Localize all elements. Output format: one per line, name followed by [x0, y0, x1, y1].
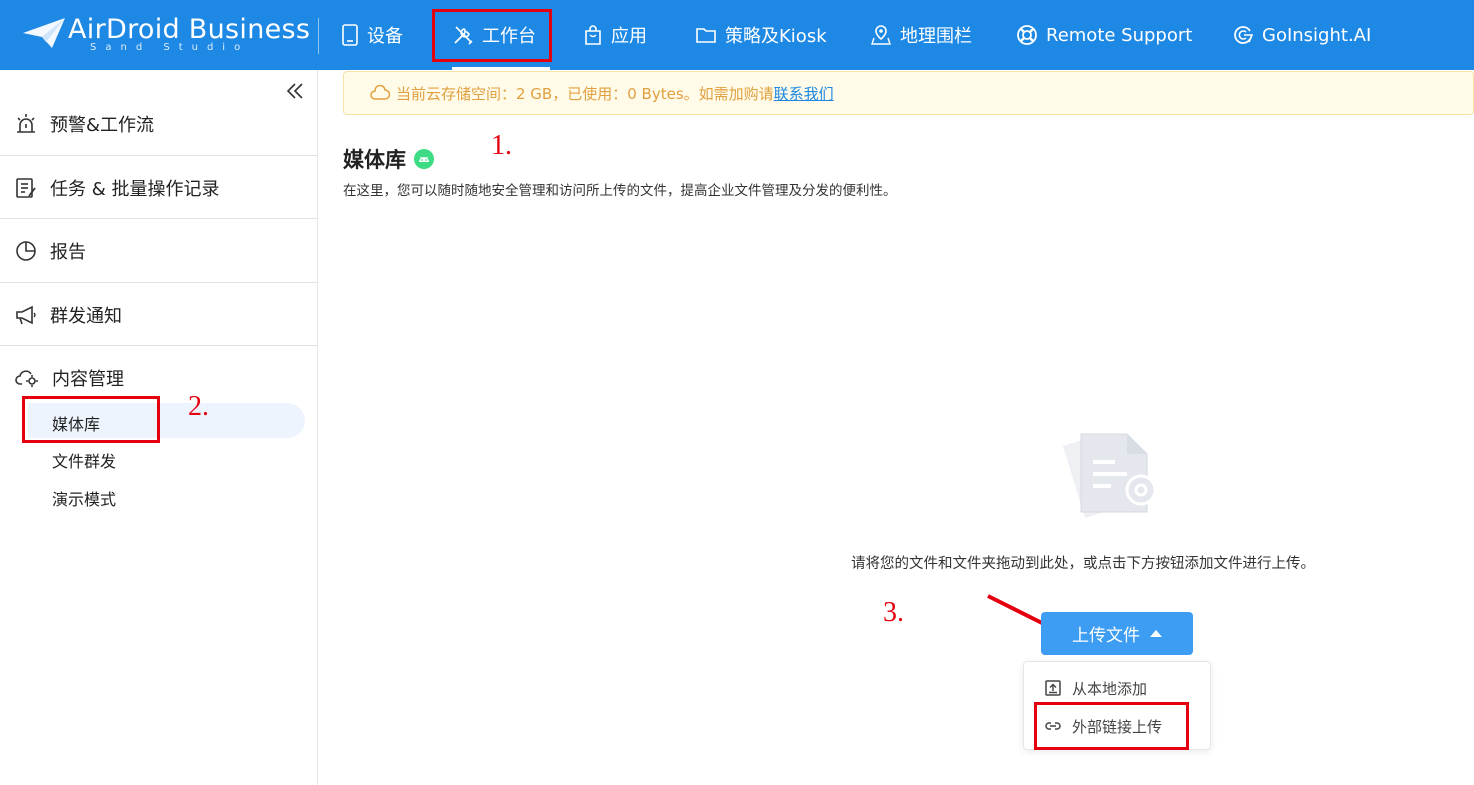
- pie-chart-icon: [16, 240, 36, 261]
- caret-up-icon: [1150, 630, 1162, 637]
- airdroid-logo[interactable]: AirDroid Business Sand Studio: [22, 14, 310, 58]
- menu-item-label: 从本地添加: [1072, 679, 1148, 698]
- nav-tab-geofence[interactable]: 地理围栏: [870, 0, 972, 70]
- annotation-box-media-library: [22, 396, 160, 443]
- nav-tab-policy-kiosk[interactable]: 策略及Kiosk: [695, 0, 827, 70]
- paper-plane-logo-icon: [23, 18, 65, 48]
- annotation-step-2: 2.: [188, 391, 209, 422]
- nav-label: 策略及Kiosk: [725, 26, 827, 47]
- lifebuoy-icon: [1017, 25, 1037, 45]
- nav-label: 应用: [611, 26, 647, 47]
- sidebar-item-label: 任务 & 批量操作记录: [50, 178, 220, 200]
- annotation-box-workbench: [432, 9, 552, 62]
- sidebar-item-reports[interactable]: 报告: [0, 219, 318, 282]
- nav-label: Remote Support: [1046, 24, 1193, 46]
- android-badge-icon: [414, 149, 434, 169]
- cloud-icon: [370, 85, 390, 100]
- sidebar-subitem-file-distribution[interactable]: 文件群发: [52, 448, 116, 472]
- task-list-icon: [16, 177, 36, 198]
- upload-box-icon: [1045, 680, 1061, 696]
- nav-tab-devices[interactable]: 设备: [341, 0, 403, 70]
- storage-banner: 当前云存储空间：2 GB，已使用：0 Bytes。如需加购请 联系我们: [343, 71, 1474, 115]
- alarm-icon: [17, 113, 35, 133]
- contact-us-link[interactable]: 联系我们: [774, 83, 834, 104]
- annotation-step-3: 3.: [883, 597, 904, 628]
- map-pin-icon: [871, 25, 891, 45]
- folder-icon: [696, 28, 716, 43]
- page-title: 媒体库: [343, 148, 406, 172]
- nav-label: GoInsight.AI: [1262, 24, 1372, 46]
- empty-state-text: 请将您的文件和文件夹拖动到此处，或点击下方按钮添加文件进行上传。: [851, 556, 1315, 572]
- sidebar-item-broadcast[interactable]: 群发通知: [0, 283, 318, 346]
- storage-banner-text: 当前云存储空间：2 GB，已使用：0 Bytes。如需加购请: [396, 84, 774, 103]
- page-description: 在这里，您可以随时随地安全管理和访问所上传的文件，提高企业文件管理及分发的便利性…: [343, 183, 897, 199]
- logo-subtext: Sand Studio: [90, 42, 250, 53]
- goinsight-icon: [1234, 26, 1254, 44]
- sidebar-item-label: 报告: [50, 241, 86, 263]
- sidebar-item-tasks[interactable]: 任务 & 批量操作记录: [0, 156, 318, 219]
- sidebar-item-label: 内容管理: [52, 368, 124, 390]
- nav-tab-apps[interactable]: 应用: [583, 0, 647, 70]
- nav-divider: [318, 18, 319, 54]
- menu-item-add-local[interactable]: 从本地添加: [1024, 671, 1212, 705]
- sidebar-item-label: 群发通知: [50, 305, 122, 327]
- nav-label: 地理围栏: [900, 26, 972, 47]
- upload-button-label: 上传文件: [1072, 626, 1140, 646]
- annotation-step-1: 1.: [491, 130, 512, 161]
- sidebar-item-alerts-workflow[interactable]: 预警&工作流: [0, 92, 318, 155]
- empty-file-illustration-icon: [1063, 433, 1157, 518]
- sidebar-subitem-demo-mode[interactable]: 演示模式: [52, 486, 116, 510]
- nav-label: 设备: [367, 26, 403, 47]
- nav-tab-remote-support[interactable]: Remote Support: [1016, 0, 1192, 70]
- page-title-row: 媒体库: [343, 144, 434, 174]
- sidebar-item-label: 预警&工作流: [50, 114, 155, 136]
- tablet-icon: [342, 24, 358, 46]
- upload-file-button[interactable]: 上传文件: [1041, 612, 1193, 655]
- cloud-gear-icon: [15, 369, 38, 387]
- megaphone-icon: [16, 305, 36, 324]
- bag-icon: [585, 25, 601, 45]
- logo-text: AirDroid Business: [68, 14, 311, 45]
- annotation-box-external-link: [1034, 702, 1189, 750]
- top-nav-bar: AirDroid Business Sand Studio 设备 工作台 应用 …: [0, 0, 1474, 70]
- nav-tab-goinsight[interactable]: GoInsight.AI: [1232, 0, 1371, 70]
